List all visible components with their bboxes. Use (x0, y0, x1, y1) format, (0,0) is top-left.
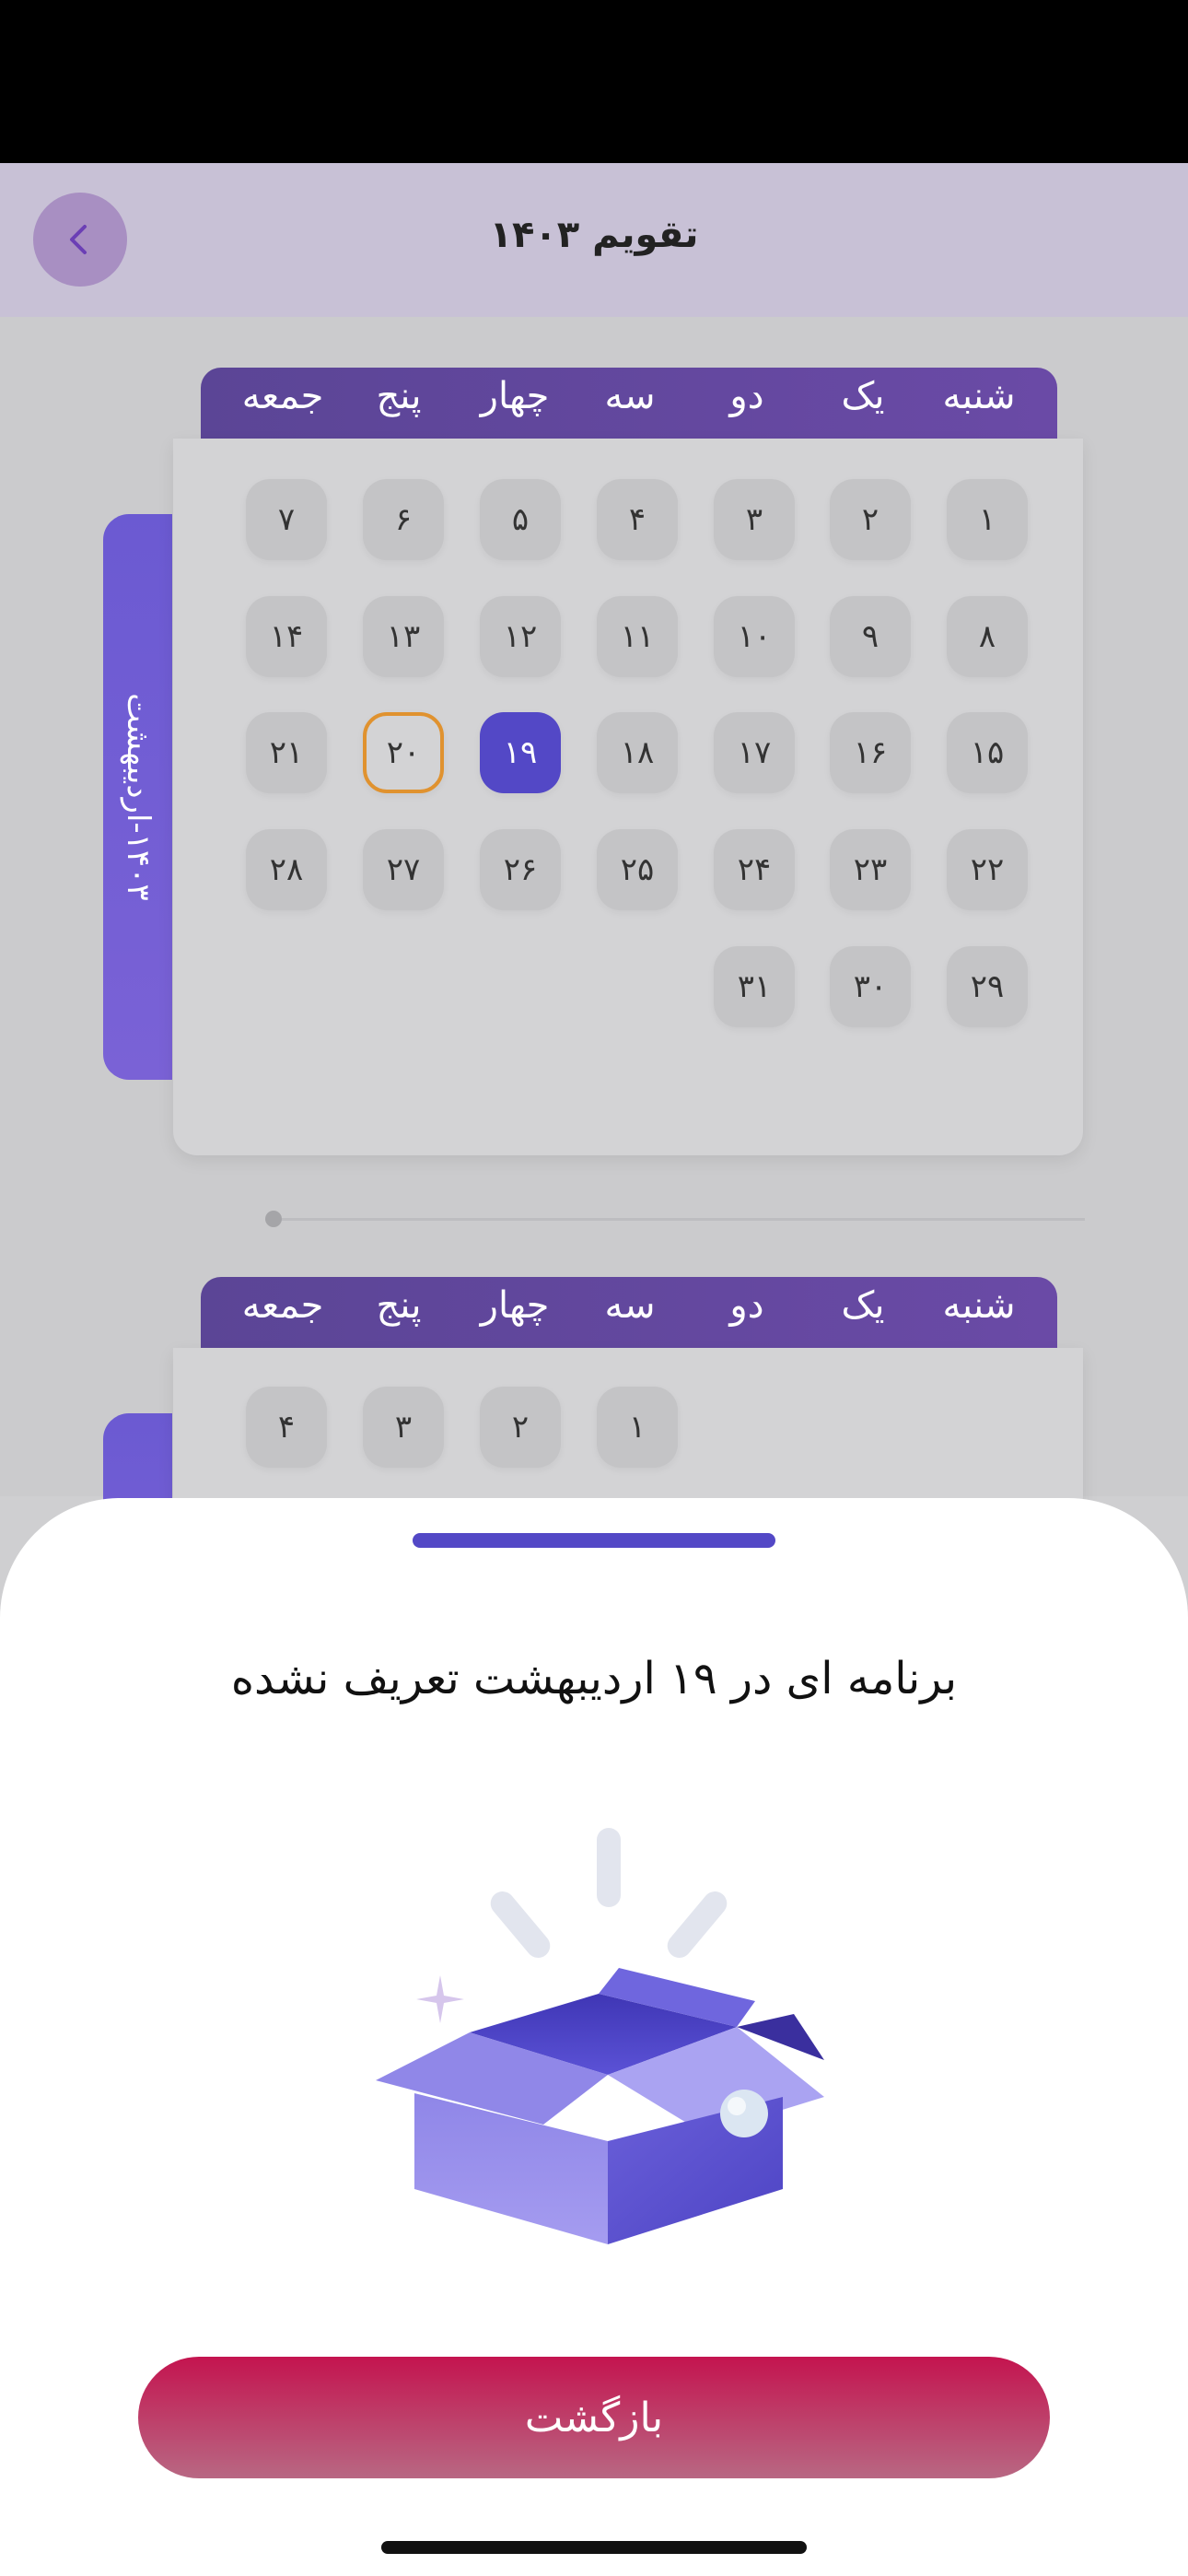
day-cell[interactable]: ۸ (947, 596, 1028, 677)
day-cell[interactable]: ۱ (597, 1387, 678, 1468)
month-grid: ۱ ۲ ۳ ۴ ۵ ۶ ۷ ۸ ۹ ۱۰ ۱۱ ۱۲ ۱۳ ۱۴ ۱۵ ۱۶ ۱… (173, 439, 1083, 1155)
bottom-sheet: برنامه ای در ۱۹ اردیبهشت تعریف نشده بازگ… (0, 1498, 1188, 2576)
weekday-label: چهار (480, 1284, 550, 1327)
empty-message: برنامه ای در ۱۹ اردیبهشت تعریف نشده (230, 1653, 958, 1704)
weekday-label: یک (841, 375, 885, 417)
weekday-label: چهار (480, 375, 550, 417)
day-cell[interactable]: ۳ (714, 479, 795, 560)
weekday-label: پنج (376, 1284, 422, 1327)
weekday-header: شنبه یک دو سه چهار پنج جمعه (201, 1277, 1057, 1348)
day-cell[interactable]: ۱۵ (947, 712, 1028, 793)
sheet-grabber[interactable] (413, 1533, 775, 1548)
weekday-label: شنبه (942, 1284, 1016, 1327)
day-cell[interactable]: ۱۲ (480, 596, 561, 677)
day-cell[interactable]: ۲۳ (830, 829, 911, 910)
day-cell[interactable]: ۱۶ (830, 712, 911, 793)
day-cell[interactable]: ۲۹ (947, 946, 1028, 1027)
day-cell[interactable]: ۵ (480, 479, 561, 560)
weekday-label: شنبه (942, 375, 1016, 417)
day-cell[interactable]: ۴ (246, 1387, 327, 1468)
day-cell[interactable]: ۱۴ (246, 596, 327, 677)
weekday-header: شنبه یک دو سه چهار پنج جمعه (201, 368, 1057, 439)
day-cell[interactable]: ۲۴ (714, 829, 795, 910)
day-cell-selected[interactable]: ۱۹ (480, 712, 561, 793)
day-cell[interactable]: ۷ (246, 479, 327, 560)
month-tab: ۱۴۰۳-اردیبهشت (103, 514, 172, 1080)
weekday-label: سه (604, 375, 656, 417)
day-cell[interactable]: ۲۲ (947, 829, 1028, 910)
weekday-label: پنج (376, 375, 422, 417)
day-cell[interactable]: ۲۸ (246, 829, 327, 910)
empty-box-illustration (376, 1828, 824, 2244)
scroll-indicator-track (274, 1218, 1085, 1221)
day-cell[interactable]: ۱۷ (714, 712, 795, 793)
calendar-scroll[interactable]: ۱۴۰۳-اردیبهشت شنبه یک دو سه چهار پنج جمع… (0, 317, 1188, 1690)
day-cell[interactable]: ۴ (597, 479, 678, 560)
home-indicator (381, 2541, 807, 2554)
day-cell[interactable]: ۲۷ (363, 829, 444, 910)
day-cell[interactable]: ۳ (363, 1387, 444, 1468)
back-action-button[interactable]: بازگشت (138, 2357, 1050, 2478)
day-cell[interactable]: ۲۱ (246, 712, 327, 793)
weekday-label: سه (604, 1284, 656, 1327)
day-cell[interactable]: ۲۵ (597, 829, 678, 910)
scroll-indicator-dot[interactable] (265, 1211, 282, 1227)
day-cell[interactable]: ۱ (947, 479, 1028, 560)
day-cell[interactable]: ۱۰ (714, 596, 795, 677)
day-cell[interactable]: ۱۱ (597, 596, 678, 677)
status-bar (0, 0, 1188, 163)
weekday-label: دو (729, 375, 764, 417)
day-cell[interactable]: ۹ (830, 596, 911, 677)
weekday-label: دو (729, 1284, 764, 1327)
day-cell[interactable]: ۲ (830, 479, 911, 560)
month-label: ۱۴۰۳-اردیبهشت (119, 693, 157, 901)
day-cell[interactable]: ۱۸ (597, 712, 678, 793)
day-cell[interactable]: ۲ (480, 1387, 561, 1468)
day-cell[interactable]: ۱۳ (363, 596, 444, 677)
weekday-label: جمعه (241, 375, 324, 417)
day-cell[interactable]: ۳۰ (830, 946, 911, 1027)
day-cell[interactable]: ۳۱ (714, 946, 795, 1027)
day-cell[interactable]: ۲۶ (480, 829, 561, 910)
day-cell[interactable]: ۶ (363, 479, 444, 560)
page-title: تقویم ۱۴۰۳ (489, 214, 699, 256)
weekday-label: یک (841, 1284, 885, 1327)
weekday-label: جمعه (241, 1284, 324, 1327)
day-cell-today[interactable]: ۲۰ (363, 712, 444, 793)
app-bar: تقویم ۱۴۰۳ (0, 163, 1188, 317)
